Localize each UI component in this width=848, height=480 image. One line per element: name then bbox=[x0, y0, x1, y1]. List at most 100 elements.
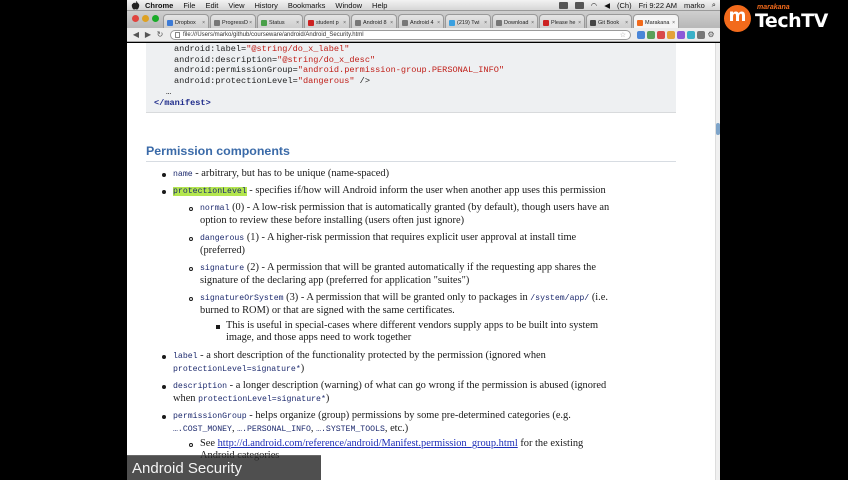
volume-icon[interactable]: ◀ bbox=[604, 1, 610, 10]
browser-tab[interactable]: Status × bbox=[257, 14, 303, 28]
spotlight-icon[interactable]: ⌕ bbox=[712, 0, 716, 10]
minimize-window-icon[interactable] bbox=[142, 15, 149, 22]
browser-toolbar: ◀ ▶ ↻ file:///Users/marko/github/coursew… bbox=[127, 28, 720, 42]
list-item: protectionLevel - specifies if/how will … bbox=[173, 185, 606, 196]
zoom-window-icon[interactable] bbox=[152, 15, 159, 22]
code-line: android:label="@string/do_x_label" bbox=[154, 44, 676, 55]
bullet bbox=[189, 237, 193, 241]
menu-help[interactable]: Help bbox=[372, 1, 387, 10]
browser-tab[interactable]: (219) Twi × bbox=[445, 14, 491, 28]
tab-close-icon[interactable]: × bbox=[296, 20, 299, 26]
tab-close-icon[interactable]: × bbox=[249, 20, 252, 26]
tab-label: Android 8 bbox=[363, 19, 387, 26]
clock[interactable]: Fri 9:22 AM bbox=[639, 1, 677, 10]
tab-label: (219) Twi bbox=[457, 19, 480, 26]
display-tray-icon[interactable] bbox=[574, 1, 584, 9]
tab-favicon-icon bbox=[214, 19, 220, 26]
tab-close-icon[interactable]: × bbox=[578, 20, 581, 26]
browser-tab[interactable]: Android 4 × bbox=[398, 14, 444, 28]
list-item: This is useful in special-cases where di… bbox=[226, 320, 599, 343]
lower-third-title: Android Security bbox=[127, 455, 321, 480]
tab-close-icon[interactable]: × bbox=[672, 20, 675, 26]
url-text: file:///Users/marko/github/courseware/an… bbox=[183, 31, 364, 38]
dropbox-tray-icon[interactable] bbox=[558, 1, 568, 9]
page-content[interactable]: android:label="@string/do_x_label"androi… bbox=[127, 43, 715, 480]
browser-tab[interactable]: ProgressD × bbox=[210, 14, 256, 28]
tab-close-icon[interactable]: × bbox=[343, 20, 346, 26]
tab-label: student p bbox=[316, 19, 339, 26]
extension-icon[interactable] bbox=[637, 30, 645, 39]
forward-icon[interactable]: ▶ bbox=[142, 30, 154, 40]
tab-label: Marakana bbox=[645, 19, 670, 26]
code-string: "@string/do_x_label" bbox=[246, 44, 350, 54]
code-attribute: android:permissionGroup= bbox=[174, 65, 298, 76]
menu-chrome[interactable]: Chrome bbox=[145, 1, 173, 10]
browser-tab[interactable]: Please he × bbox=[539, 14, 585, 28]
menu-edit[interactable]: Edit bbox=[205, 1, 218, 10]
bullet bbox=[189, 267, 193, 271]
apple-icon[interactable] bbox=[131, 0, 140, 10]
tab-close-icon[interactable]: × bbox=[484, 20, 487, 26]
code-line: android:permissionGroup="android.permiss… bbox=[154, 65, 676, 76]
browser-tab[interactable]: Dropbox × bbox=[163, 14, 209, 28]
bullet bbox=[162, 385, 166, 389]
browser-tab[interactable]: Marakana × bbox=[633, 14, 679, 28]
list-item: dangerous (1) - A higher-risk permission… bbox=[200, 232, 577, 256]
list-item: description - a longer description (warn… bbox=[173, 380, 607, 404]
vertical-scrollbar[interactable] bbox=[715, 43, 720, 480]
browser-tab[interactable]: student p × bbox=[304, 14, 350, 28]
close-window-icon[interactable] bbox=[132, 15, 139, 22]
tab-list: Dropbox × ProgressD × Status × student p × Andro… bbox=[163, 14, 680, 28]
code-ellipsis: … bbox=[166, 86, 172, 97]
back-icon[interactable]: ◀ bbox=[130, 30, 142, 40]
bullet bbox=[162, 190, 166, 194]
menu-window[interactable]: Window bbox=[335, 1, 362, 10]
permission-group-link[interactable]: http://d.android.com/reference/android/M… bbox=[218, 438, 518, 449]
extension-icon[interactable] bbox=[697, 30, 705, 39]
bullet bbox=[162, 173, 166, 177]
tab-favicon-icon bbox=[543, 19, 549, 26]
list-item: permissionGroup - helps organize (group)… bbox=[173, 410, 571, 434]
extension-icon[interactable] bbox=[647, 30, 655, 39]
wifi-icon[interactable]: ◠ bbox=[591, 1, 598, 10]
tab-close-icon[interactable]: × bbox=[390, 20, 393, 26]
tab-close-icon[interactable]: × bbox=[202, 20, 205, 26]
user-name[interactable]: marko bbox=[684, 1, 705, 10]
page-icon bbox=[175, 31, 180, 38]
reload-icon[interactable]: ↻ bbox=[154, 30, 166, 40]
tab-bar: Dropbox × ProgressD × Status × student p × Andro… bbox=[127, 11, 720, 28]
tab-favicon-icon bbox=[355, 19, 361, 26]
tab-label: Please he bbox=[551, 19, 576, 26]
extension-icon[interactable] bbox=[687, 30, 695, 39]
extension-icon[interactable] bbox=[657, 30, 665, 39]
code-string: "dangerous" bbox=[297, 76, 355, 87]
tab-label: Dropbox bbox=[175, 19, 196, 26]
bookmark-star-icon[interactable]: ☆ bbox=[620, 31, 626, 39]
menu-file[interactable]: File bbox=[183, 1, 195, 10]
code-attribute: android:protectionLevel= bbox=[174, 76, 298, 87]
browser-tab[interactable]: Android 8 × bbox=[351, 14, 397, 28]
wrench-icon[interactable]: ⚙ bbox=[705, 30, 717, 40]
marakana-techtv-logo: m marakana TechTV bbox=[724, 4, 846, 34]
browser-tab[interactable]: Download × bbox=[492, 14, 538, 28]
tab-close-icon[interactable]: × bbox=[625, 20, 628, 26]
bullet bbox=[162, 355, 166, 359]
list-item: label - a short description of the funct… bbox=[173, 350, 546, 374]
tab-favicon-icon bbox=[167, 19, 173, 26]
section-heading: Permission components bbox=[146, 144, 290, 158]
extension-icon[interactable] bbox=[677, 30, 685, 39]
menu-bar: Chrome File Edit View History Bookmarks … bbox=[127, 0, 720, 11]
tab-label: Android 4 bbox=[410, 19, 434, 26]
tab-close-icon[interactable]: × bbox=[531, 20, 534, 26]
menu-history[interactable]: History bbox=[255, 1, 278, 10]
tab-close-icon[interactable]: × bbox=[437, 20, 440, 26]
extension-icon[interactable] bbox=[667, 30, 675, 39]
browser-tab[interactable]: Git Book × bbox=[586, 14, 632, 28]
address-bar[interactable]: file:///Users/marko/github/courseware/an… bbox=[170, 29, 631, 40]
battery-label[interactable]: (Ch) bbox=[617, 1, 632, 10]
menu-view[interactable]: View bbox=[228, 1, 244, 10]
tab-label: Status bbox=[269, 19, 285, 26]
scrollbar-thumb[interactable] bbox=[716, 123, 720, 135]
menu-bookmarks[interactable]: Bookmarks bbox=[288, 1, 326, 10]
bullet bbox=[189, 297, 193, 301]
